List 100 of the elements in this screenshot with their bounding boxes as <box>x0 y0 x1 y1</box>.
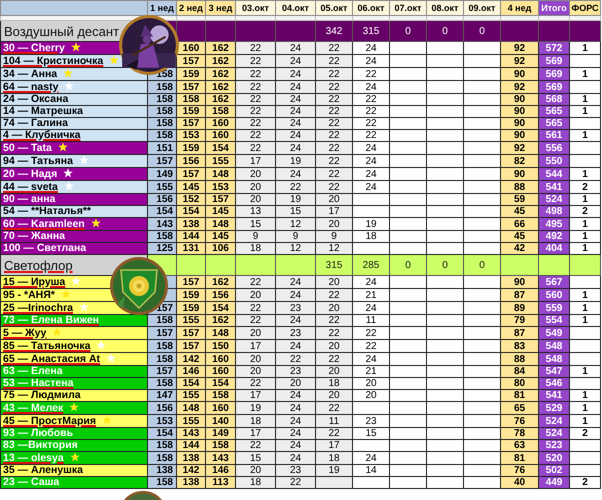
table-cell: 22 <box>316 42 352 54</box>
member-name: 14 — Матрешка <box>3 106 83 116</box>
table-cell: 24 <box>352 154 390 168</box>
table-cell: 20 <box>316 276 352 288</box>
table-cell <box>390 180 426 194</box>
total-cell: 0 <box>390 20 426 42</box>
table-cell: 24 <box>352 352 390 366</box>
table-cell <box>390 302 426 314</box>
table-cell: 24 <box>352 80 390 94</box>
table-cell: 18 <box>316 452 352 464</box>
table-cell <box>464 288 500 302</box>
table-cell: 22 <box>276 352 316 366</box>
table-cell <box>390 402 426 414</box>
table-cell: 22 <box>236 42 276 54</box>
table-cell: 19 <box>236 402 276 414</box>
table-cell: 81 <box>500 452 538 464</box>
member-name: 93 — Любовь <box>3 428 74 438</box>
member-name: 34 — Анна <box>3 68 58 80</box>
table-cell <box>464 276 500 288</box>
table-cell: 17 <box>236 154 276 168</box>
table-cell <box>390 54 426 68</box>
table-cell: 65 <box>500 402 538 414</box>
table-cell: 12 <box>276 218 316 230</box>
table-cell: 24 <box>276 402 316 414</box>
member-name: 24 — Оксана <box>3 94 68 104</box>
table-cell <box>390 68 426 80</box>
column-header: 03.окт <box>236 0 276 16</box>
table-cell <box>390 168 426 180</box>
table-cell: 22 <box>236 302 276 314</box>
table-cell: 24 <box>352 302 390 314</box>
table-cell <box>464 414 500 428</box>
table-cell: 24 <box>276 276 316 288</box>
table-cell: 22 <box>236 80 276 94</box>
member-name: 45 — ПростМария <box>3 416 96 426</box>
table-cell <box>390 142 426 154</box>
table-cell <box>426 42 464 54</box>
table-cell: 90 <box>500 168 538 180</box>
table-cell: 24 <box>352 180 390 194</box>
table-cell: 19 <box>352 218 390 230</box>
table-cell: 24 <box>276 54 316 68</box>
table-cell: 24 <box>276 68 316 80</box>
member-name: 35 — Аленушка <box>3 466 83 476</box>
table-cell: 19 <box>276 154 316 168</box>
table-cell: 24 <box>352 54 390 68</box>
member-name: 23 — Саша <box>3 478 60 488</box>
table-cell <box>426 142 464 154</box>
table-cell: 24 <box>276 80 316 94</box>
table-cell <box>464 80 500 94</box>
table-cell <box>464 180 500 194</box>
table-cell <box>426 340 464 352</box>
table-cell <box>464 218 500 230</box>
table-cell: 24 <box>352 452 390 464</box>
table-cell <box>426 54 464 68</box>
table-cell: 22 <box>236 54 276 68</box>
member-name: 53 — Настена <box>3 378 74 388</box>
table-cell: 24 <box>276 414 316 428</box>
table-cell <box>464 142 500 154</box>
table-cell <box>464 168 500 180</box>
member-name: 5 — Жуу <box>3 328 46 338</box>
table-cell: 92 <box>500 142 538 154</box>
member-name: 65 — Анастасия At <box>3 354 100 364</box>
table-cell: 15 <box>236 218 276 230</box>
member-name: 43 — Мелек <box>3 402 64 414</box>
table-cell: 24 <box>276 288 316 302</box>
table-cell: 23 <box>276 302 316 314</box>
table-cell: 83 <box>500 340 538 352</box>
table-cell: 15 <box>236 452 276 464</box>
table-cell <box>426 80 464 94</box>
table-cell <box>426 276 464 288</box>
table-cell: 22 <box>316 402 352 414</box>
table-cell <box>390 288 426 302</box>
column-header: 09.окт <box>464 0 500 16</box>
table-cell <box>464 68 500 80</box>
table-cell <box>390 352 426 366</box>
column-header: ФОРС <box>570 0 600 16</box>
table-cell: 22 <box>236 68 276 80</box>
table-cell <box>426 180 464 194</box>
table-cell: 22 <box>316 54 352 68</box>
member-name: 25 —Irinochra <box>3 302 74 314</box>
table-cell: 24 <box>276 168 316 180</box>
table-cell: 22 <box>236 276 276 288</box>
total-cell: 0 <box>464 20 500 42</box>
member-name: 70 — Жанна <box>3 232 65 242</box>
table-cell: 22 <box>316 180 352 194</box>
column-header: Итого <box>538 0 570 16</box>
member-name: 60 — Karamleen <box>3 218 85 230</box>
table-cell: 23 <box>276 326 316 340</box>
column-header: 07.окт <box>390 0 426 16</box>
table-cell: 20 <box>316 218 352 230</box>
table-cell: 17 <box>236 340 276 352</box>
table-cell: 22 <box>316 154 352 168</box>
column-header: 2 нед <box>176 0 206 16</box>
table-cell <box>426 288 464 302</box>
member-name: 15 — Ируша <box>3 276 66 288</box>
table-cell: 24 <box>276 452 316 464</box>
column-header: 1 нед <box>148 0 176 16</box>
column-header: 4 нед <box>500 0 538 16</box>
table-cell <box>390 340 426 352</box>
table-cell: 22 <box>352 68 390 80</box>
table-cell: 66 <box>500 218 538 230</box>
